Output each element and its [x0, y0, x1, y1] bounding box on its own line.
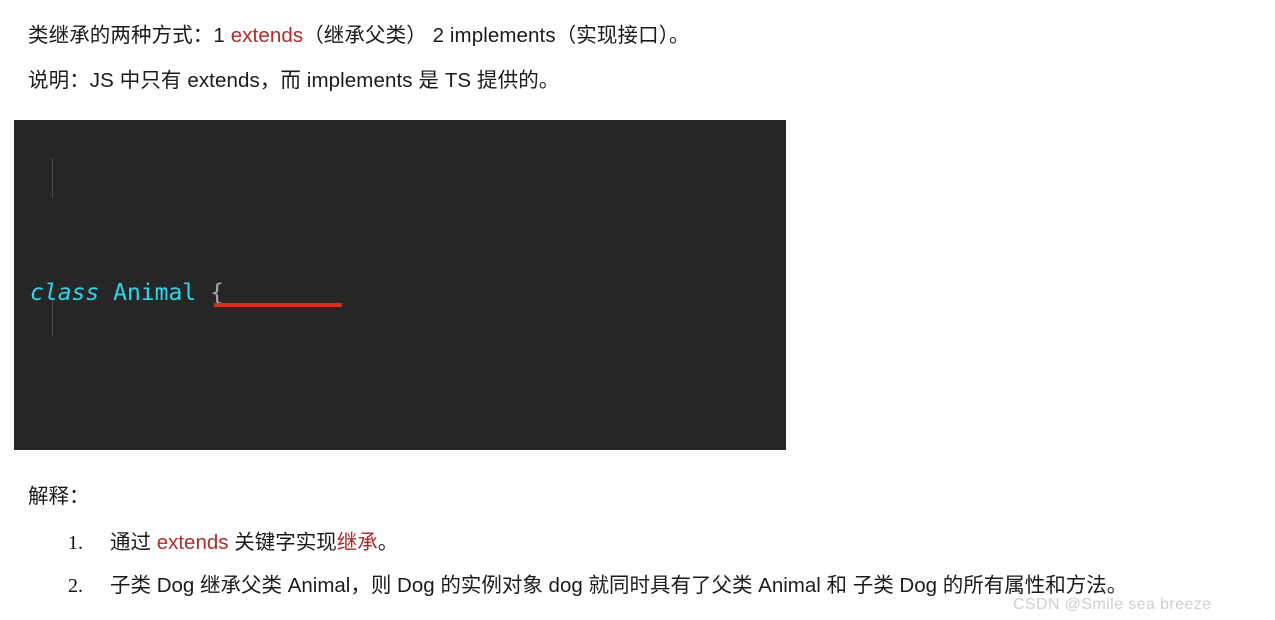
intro-p1-text-before: 类继承的两种方式：1: [28, 24, 231, 47]
explanation-title: 解释：: [28, 485, 90, 508]
code-line-1: class Animal {: [14, 270, 786, 316]
list-text-part3: 。: [377, 531, 399, 554]
intro-paragraph-1: 类继承的两种方式：1 extends（继承父类） 2 implements（实现…: [0, 0, 1275, 50]
list-item-text: 通过 extends 关键字实现继承。: [110, 528, 398, 558]
list-item-text: 子类 Dog 继承父类 Animal，则 Dog 的实例对象 dog 就同时具有…: [110, 574, 1128, 597]
list-highlight-inherit: 继承: [336, 531, 378, 554]
intro-paragraph-2: 说明：JS 中只有 extends，而 implements 是 TS 提供的。: [28, 68, 560, 92]
list-text-part2: 关键字实现: [228, 531, 337, 554]
csdn-watermark: CSDN @Smile sea breeze: [1013, 596, 1212, 613]
list-marker: 1.: [68, 532, 83, 554]
list-text-part1: 通过: [110, 531, 157, 554]
code-block[interactable]: class Animal { move() { console.log('Mov…: [14, 120, 786, 450]
list-marker: 2.: [68, 575, 83, 597]
code-token-keyword-class: class: [30, 280, 100, 306]
extends-underline-annotation: [214, 303, 342, 307]
code-lines: class Animal { move() { console.log('Mov…: [14, 132, 786, 450]
list-highlight-extends: extends: [156, 531, 229, 554]
list-item: 1. 通过 extends 关键字实现继承。: [0, 528, 1275, 558]
document-body: 类继承的两种方式：1 extends（继承父类） 2 implements（实现…: [0, 0, 1275, 94]
code-token-type-animal: Animal: [113, 280, 197, 306]
intro-p1-extends-keyword: extends: [230, 24, 304, 47]
intro-p1-text-after: （继承父类） 2 implements（实现接口）。: [303, 24, 690, 47]
